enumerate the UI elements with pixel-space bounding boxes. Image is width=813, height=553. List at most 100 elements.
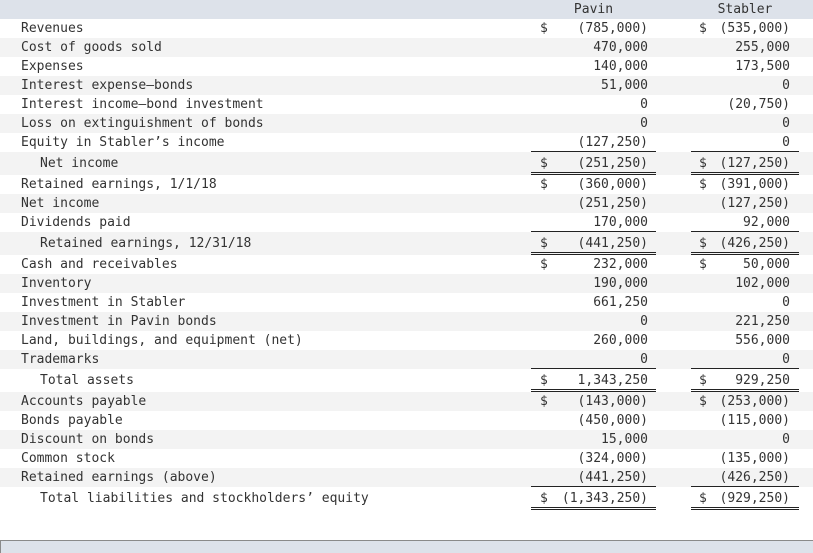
- stabler-cell: 0: [691, 350, 799, 369]
- table-row: Loss on extinguishment of bonds 0 0: [0, 114, 813, 133]
- stabler-value: 0: [782, 116, 790, 131]
- pavin-cell: 0: [531, 312, 656, 331]
- row-label: Accounts payable: [21, 394, 147, 409]
- total-row: Total liabilities and stockholders’ equi…: [0, 487, 813, 510]
- stabler-cell: (115,000): [691, 411, 799, 430]
- row-label: Cash and receivables: [21, 257, 178, 272]
- row-label: Expenses: [21, 59, 84, 74]
- pavin-value: 190,000: [593, 276, 648, 291]
- table-row: Inventory 190,000 102,000: [0, 274, 813, 293]
- stabler-cell: (127,250): [691, 194, 799, 213]
- stabler-value: 929,250: [735, 373, 790, 388]
- dollar-sign: $: [699, 177, 707, 192]
- table-row: Equity in Stabler’s income (127,250) 0: [0, 133, 813, 152]
- table-row: Bonds payable (450,000) (115,000): [0, 411, 813, 430]
- table-row: Cost of goods sold 470,000 255,000: [0, 38, 813, 57]
- table-row: Retained earnings (above) (441,250) (426,2…: [0, 468, 813, 487]
- stabler-value: (426,250): [719, 236, 790, 251]
- table-row: Interest expense—bonds 51,000 0: [0, 76, 813, 95]
- row-label: Inventory: [21, 276, 92, 291]
- pavin-cell: (441,250): [531, 468, 656, 487]
- table-row: Retained earnings, 1/1/18 $ (360,000) $ (391…: [0, 175, 813, 194]
- pavin-value: 661,250: [593, 295, 648, 310]
- stabler-value: (391,000): [719, 177, 790, 192]
- stabler-cell: 102,000: [691, 274, 799, 293]
- pavin-cell: (127,250): [531, 133, 656, 152]
- dollar-sign: $: [699, 236, 707, 251]
- row-label: Retained earnings (above): [21, 470, 217, 485]
- stabler-value: (115,000): [719, 413, 790, 428]
- table-row: Common stock (324,000) (135,000): [0, 449, 813, 468]
- pavin-value: 170,000: [593, 215, 648, 230]
- stabler-value: (127,250): [719, 156, 790, 171]
- stabler-value: 0: [782, 295, 790, 310]
- pavin-value: 1,343,250: [577, 373, 648, 388]
- dollar-sign: $: [540, 373, 548, 388]
- pavin-value: (785,000): [577, 21, 648, 36]
- stabler-value: (535,000): [719, 21, 790, 36]
- stabler-value: 0: [782, 352, 790, 367]
- pavin-value: (441,250): [577, 470, 648, 485]
- stabler-value: 0: [782, 78, 790, 93]
- stabler-value: 221,250: [735, 314, 790, 329]
- stabler-cell: $ (535,000): [691, 19, 799, 38]
- stabler-value: (426,250): [719, 470, 790, 485]
- pavin-value: 51,000: [601, 78, 648, 93]
- pavin-cell: $ (143,000): [531, 392, 656, 411]
- pavin-cell: 190,000: [531, 274, 656, 293]
- table-row: Trademarks 0 0: [0, 350, 813, 369]
- stabler-cell: 255,000: [691, 38, 799, 57]
- dollar-sign: $: [699, 491, 707, 506]
- table-row: Accounts payable $ (143,000) $ (253,000): [0, 392, 813, 411]
- pavin-cell: 260,000: [531, 331, 656, 350]
- table-row: Dividends paid 170,000 92,000: [0, 213, 813, 232]
- pavin-value: 0: [640, 314, 648, 329]
- dollar-sign: $: [699, 156, 707, 171]
- stabler-cell: 0: [691, 293, 799, 312]
- dollar-sign: $: [540, 21, 548, 36]
- column-header-pavin: Pavin: [573, 2, 614, 17]
- pavin-cell: $ (251,250): [531, 152, 656, 175]
- pavin-cell: 170,000: [531, 213, 656, 232]
- row-label: Investment in Stabler: [21, 295, 186, 310]
- stabler-cell: $ (426,250): [691, 232, 799, 255]
- stabler-cell: 0: [691, 76, 799, 95]
- pavin-cell: 661,250: [531, 293, 656, 312]
- pavin-value: (324,000): [577, 451, 648, 466]
- row-label: Net income: [21, 196, 100, 211]
- pavin-cell: 0: [531, 350, 656, 369]
- pavin-cell: 140,000: [531, 57, 656, 76]
- pavin-cell: 0: [531, 114, 656, 133]
- row-label: Interest income—bond investment: [21, 97, 264, 112]
- financial-statement-table: Revenues $ (785,000) $ (535,000) Cost of good…: [0, 19, 813, 510]
- dollar-sign: $: [540, 236, 548, 251]
- row-label: Retained earnings, 12/31/18: [40, 236, 252, 251]
- pavin-cell: 15,000: [531, 430, 656, 449]
- row-label: Retained earnings, 1/1/18: [21, 177, 217, 192]
- row-label: Net income: [40, 156, 119, 171]
- stabler-cell: $ (391,000): [691, 175, 799, 194]
- pavin-cell: $232,000: [531, 255, 656, 274]
- row-label: Equity in Stabler’s income: [21, 135, 225, 150]
- pavin-cell: (324,000): [531, 449, 656, 468]
- pavin-value: (143,000): [577, 394, 648, 409]
- stabler-value: 0: [782, 135, 790, 150]
- pavin-value: 140,000: [593, 59, 648, 74]
- row-label: Bonds payable: [21, 413, 123, 428]
- stabler-cell: (426,250): [691, 468, 799, 487]
- stabler-cell: 556,000: [691, 331, 799, 350]
- pavin-value: (127,250): [577, 135, 648, 150]
- total-row: Net income $ (251,250) $ (127,250): [0, 152, 813, 175]
- dollar-sign: $: [699, 21, 707, 36]
- dollar-sign: $: [540, 156, 548, 171]
- horizontal-scrollbar[interactable]: [0, 540, 813, 553]
- table-row: Investment in Stabler 661,250 0: [0, 293, 813, 312]
- column-header-stabler: Stabler: [717, 2, 773, 17]
- stabler-cell: 173,500: [691, 57, 799, 76]
- stabler-value: 50,000: [743, 257, 790, 272]
- pavin-value: 260,000: [593, 333, 648, 348]
- row-label: Discount on bonds: [21, 432, 155, 447]
- stabler-value: (135,000): [719, 451, 790, 466]
- stabler-cell: (135,000): [691, 449, 799, 468]
- pavin-value: 0: [640, 97, 648, 112]
